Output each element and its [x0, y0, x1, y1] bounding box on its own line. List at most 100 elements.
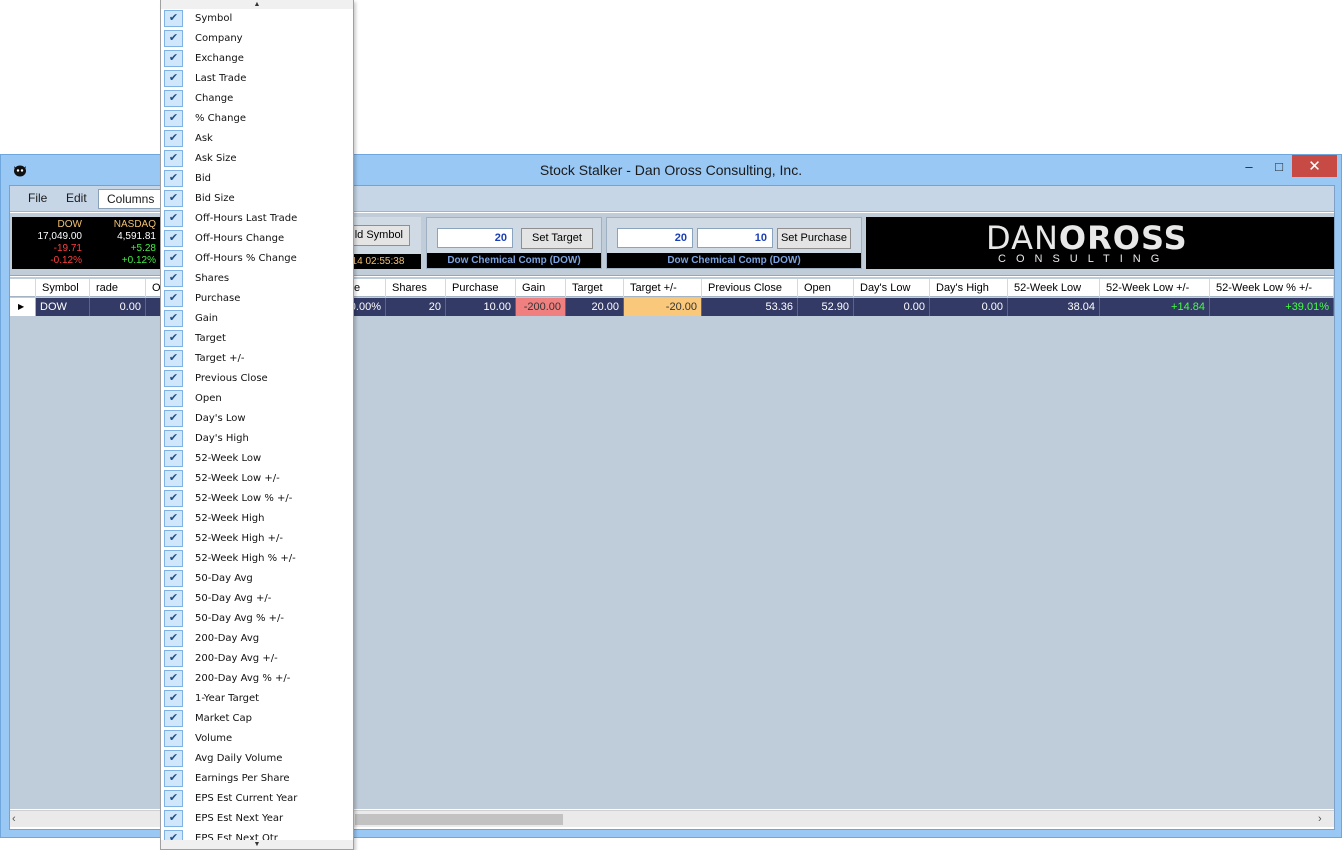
column-menu-item[interactable]: ✔ Target +/- [161, 349, 353, 369]
checkbox-checked-icon[interactable]: ✔ [164, 730, 183, 747]
checkbox-checked-icon[interactable]: ✔ [164, 410, 183, 427]
checkbox-checked-icon[interactable]: ✔ [164, 370, 183, 387]
column-menu-item[interactable]: ✔ Bid Size [161, 189, 353, 209]
checkbox-checked-icon[interactable]: ✔ [164, 10, 183, 27]
checkbox-checked-icon[interactable]: ✔ [164, 670, 183, 687]
column-header[interactable]: Day's High [930, 279, 1008, 297]
column-menu-item[interactable]: ✔ Gain [161, 309, 353, 329]
column-menu-item[interactable]: ✔ 50-Day Avg +/- [161, 589, 353, 609]
checkbox-checked-icon[interactable]: ✔ [164, 530, 183, 547]
checkbox-checked-icon[interactable]: ✔ [164, 470, 183, 487]
checkbox-checked-icon[interactable]: ✔ [164, 130, 183, 147]
scroll-right-icon[interactable]: › [1318, 811, 1332, 828]
column-menu-item[interactable]: ✔ EPS Est Next Year [161, 809, 353, 829]
column-menu-item[interactable]: ✔ Company [161, 29, 353, 49]
cell-gain[interactable]: -200.00 [516, 298, 566, 316]
cell-previous-close[interactable]: 53.36 [702, 298, 798, 316]
cell-52-week-low-pct[interactable]: +39.01% [1210, 298, 1334, 316]
close-button[interactable]: ✕ [1292, 155, 1337, 177]
checkbox-checked-icon[interactable]: ✔ [164, 490, 183, 507]
checkbox-checked-icon[interactable]: ✔ [164, 290, 183, 307]
cell-last-trade[interactable]: 0.00 [90, 298, 146, 316]
checkbox-checked-icon[interactable]: ✔ [164, 570, 183, 587]
column-menu-item[interactable]: ✔ Bid [161, 169, 353, 189]
purchase-price-input[interactable]: 10 [697, 228, 773, 248]
checkbox-checked-icon[interactable]: ✔ [164, 610, 183, 627]
column-menu-item[interactable]: ✔ Off-Hours Last Trade [161, 209, 353, 229]
column-menu-item[interactable]: ✔ Change [161, 89, 353, 109]
cell-open[interactable]: 52.90 [798, 298, 854, 316]
checkbox-checked-icon[interactable]: ✔ [164, 690, 183, 707]
add-symbol-button[interactable]: ld Symbol [346, 225, 410, 246]
cell-days-high[interactable]: 0.00 [930, 298, 1008, 316]
column-menu-item[interactable]: ✔ Volume [161, 729, 353, 749]
checkbox-checked-icon[interactable]: ✔ [164, 750, 183, 767]
column-menu-item[interactable]: ✔ Open [161, 389, 353, 409]
checkbox-checked-icon[interactable]: ✔ [164, 650, 183, 667]
checkbox-checked-icon[interactable]: ✔ [164, 550, 183, 567]
checkbox-checked-icon[interactable]: ✔ [164, 810, 183, 827]
column-menu-item[interactable]: ✔ 52-Week High [161, 509, 353, 529]
column-header[interactable]: 52-Week Low +/- [1100, 279, 1210, 297]
column-menu-item[interactable]: ✔ 200-Day Avg +/- [161, 649, 353, 669]
column-header[interactable]: 52-Week Low % +/- [1210, 279, 1334, 297]
checkbox-checked-icon[interactable]: ✔ [164, 630, 183, 647]
column-menu-item[interactable]: ✔ Off-Hours Change [161, 229, 353, 249]
checkbox-checked-icon[interactable]: ✔ [164, 250, 183, 267]
column-menu-item[interactable]: ✔ Exchange [161, 49, 353, 69]
cell-52-week-low[interactable]: 38.04 [1008, 298, 1100, 316]
checkbox-checked-icon[interactable]: ✔ [164, 270, 183, 287]
checkbox-checked-icon[interactable]: ✔ [164, 190, 183, 207]
purchase-shares-input[interactable]: 20 [617, 228, 693, 248]
column-menu-item[interactable]: ✔ 50-Day Avg % +/- [161, 609, 353, 629]
column-header[interactable]: Symbol [36, 279, 90, 297]
target-input[interactable]: 20 [437, 228, 513, 248]
column-menu-item[interactable]: ✔ 52-Week Low % +/- [161, 489, 353, 509]
column-menu-item[interactable]: ✔ Last Trade [161, 69, 353, 89]
cell-shares[interactable]: 20 [386, 298, 446, 316]
checkbox-checked-icon[interactable]: ✔ [164, 430, 183, 447]
column-menu-item[interactable]: ✔ 52-Week High +/- [161, 529, 353, 549]
checkbox-checked-icon[interactable]: ✔ [164, 210, 183, 227]
set-target-button[interactable]: Set Target [521, 228, 593, 249]
checkbox-checked-icon[interactable]: ✔ [164, 770, 183, 787]
column-header[interactable]: Previous Close [702, 279, 798, 297]
column-menu-item[interactable]: ✔ Day's Low [161, 409, 353, 429]
column-menu-item[interactable]: ✔ Ask Size [161, 149, 353, 169]
checkbox-checked-icon[interactable]: ✔ [164, 710, 183, 727]
scroll-up-icon[interactable]: ▲ [161, 0, 353, 9]
column-header[interactable]: Gain [516, 279, 566, 297]
column-menu-item[interactable]: ✔ Purchase [161, 289, 353, 309]
checkbox-checked-icon[interactable]: ✔ [164, 70, 183, 87]
column-menu-item[interactable]: ✔ 200-Day Avg % +/- [161, 669, 353, 689]
cell-target-diff[interactable]: -20.00 [624, 298, 702, 316]
checkbox-checked-icon[interactable]: ✔ [164, 590, 183, 607]
scrollbar-thumb[interactable] [355, 814, 563, 825]
column-menu-item[interactable]: ✔ 52-Week Low [161, 449, 353, 469]
column-header[interactable]: Target +/- [624, 279, 702, 297]
column-header[interactable]: Open [798, 279, 854, 297]
checkbox-checked-icon[interactable]: ✔ [164, 450, 183, 467]
column-menu-item[interactable]: ✔ 52-Week High % +/- [161, 549, 353, 569]
column-menu-item[interactable]: ✔ % Change [161, 109, 353, 129]
checkbox-checked-icon[interactable]: ✔ [164, 90, 183, 107]
scroll-down-icon[interactable]: ▼ [161, 840, 353, 849]
maximize-button[interactable]: □ [1263, 155, 1295, 177]
column-menu-item[interactable]: ✔ Off-Hours % Change [161, 249, 353, 269]
cell-52-week-low-diff[interactable]: +14.84 [1100, 298, 1210, 316]
checkbox-checked-icon[interactable]: ✔ [164, 150, 183, 167]
checkbox-checked-icon[interactable]: ✔ [164, 110, 183, 127]
menu-columns[interactable]: Columns [98, 189, 164, 209]
column-header[interactable]: Purchase [446, 279, 516, 297]
column-menu-item[interactable]: ✔ Target [161, 329, 353, 349]
cell-target[interactable]: 20.00 [566, 298, 624, 316]
column-menu-item[interactable]: ✔ Market Cap [161, 709, 353, 729]
minimize-button[interactable]: – [1233, 155, 1265, 177]
column-menu-item[interactable]: ✔ Day's High [161, 429, 353, 449]
scroll-left-icon[interactable]: ‹ [12, 811, 26, 828]
column-menu-item[interactable]: ✔ 1-Year Target [161, 689, 353, 709]
checkbox-checked-icon[interactable]: ✔ [164, 790, 183, 807]
column-header[interactable]: Target [566, 279, 624, 297]
column-menu-item[interactable]: ✔ Symbol [161, 9, 353, 29]
column-header[interactable]: rade [90, 279, 146, 297]
